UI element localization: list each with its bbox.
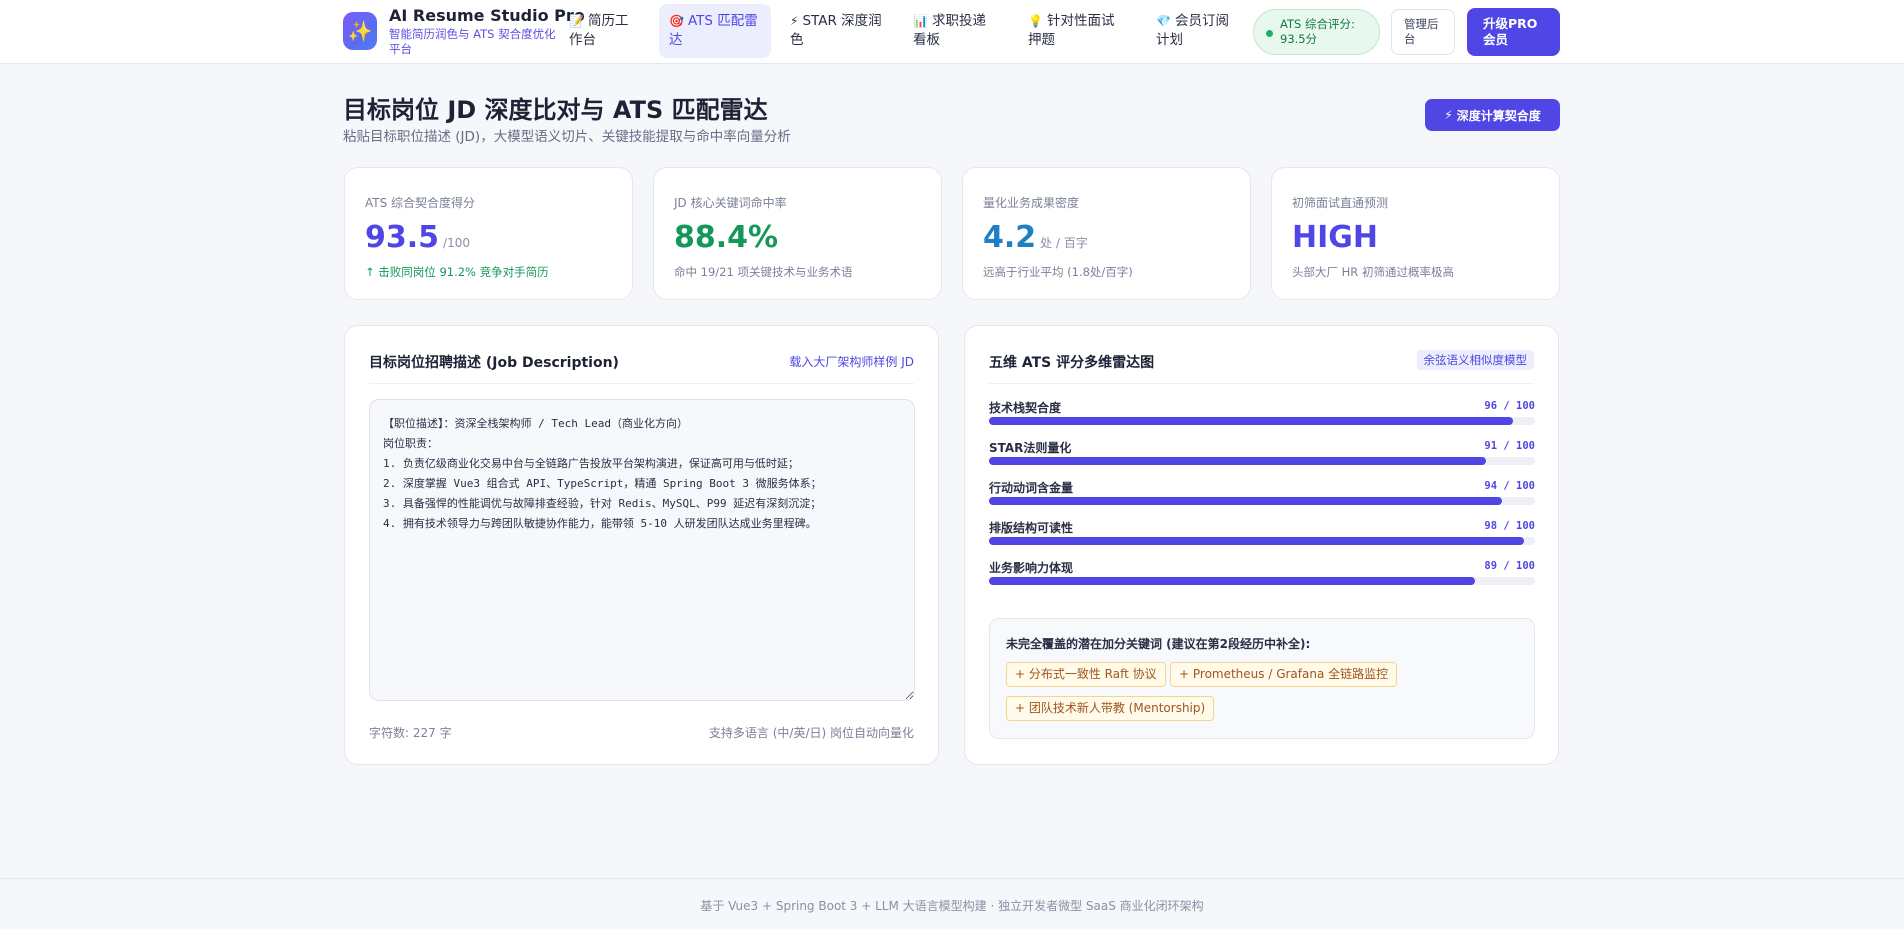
metric-row: 行动动词含金量 94 / 100 — [989, 479, 1535, 507]
stat-card-quantified-density: 量化业务成果密度 4.2 处 / 百字 远高于行业平均 (1.8处/百字) — [962, 167, 1251, 300]
metric-label: 排版结构可读性 — [989, 521, 1074, 535]
calculate-fit-button[interactable]: ⚡ 深度计算契合度 — [1425, 99, 1560, 131]
metric-fill — [989, 577, 1475, 585]
jd-panel-title: 目标岗位招聘描述 (Job Description) — [369, 355, 619, 371]
metric-score: 91 / 100 — [1484, 440, 1535, 452]
stat-note: 命中 19/21 项关键技术与业务术语 — [674, 265, 853, 279]
stat-label: JD 核心关键词命中率 — [674, 196, 787, 210]
stat-note: ↑ 击败同岗位 91.2% 竞争对手简历 — [365, 265, 549, 279]
model-badge: 余弦语义相似度模型 — [1416, 350, 1534, 370]
metric-row: 技术栈契合度 96 / 100 — [989, 399, 1535, 427]
stat-label: 量化业务成果密度 — [983, 196, 1080, 210]
nav-item-membership[interactable]: 💎 会员订阅计划 — [1146, 4, 1246, 58]
stat-value: 4.2 处 / 百字 — [983, 220, 1088, 255]
stat-label: 初筛面试直通预测 — [1292, 196, 1389, 210]
metric-label: STAR法则量化 — [989, 441, 1072, 455]
bar-chart-icon: 📊 — [913, 14, 928, 28]
stat-card-ats-score: ATS 综合契合度得分 93.5/100 ↑ 击败同岗位 91.2% 竞争对手简… — [344, 167, 633, 300]
stat-label: ATS 综合契合度得分 — [365, 196, 476, 210]
lightning-icon: ⚡ — [1444, 108, 1453, 122]
brand-subtitle: 智能简历润色与 ATS 契合度优化平台 — [389, 27, 556, 56]
nav-item-interview-prep[interactable]: 💡 针对性面试押题 — [1018, 4, 1136, 58]
stat-card-keyword-hit-rate: JD 核心关键词命中率 88.4% 命中 19/21 项关键技术与业务术语 — [653, 167, 942, 300]
stat-note: 远高于行业平均 (1.8处/百字) — [983, 265, 1133, 279]
metric-track — [989, 497, 1535, 505]
metric-track — [989, 457, 1535, 465]
nav-item-star-polish[interactable]: ⚡ STAR 深度润色 — [780, 4, 892, 58]
keyword-tag[interactable]: + 团队技术新人带教 (Mentorship) — [1006, 696, 1215, 721]
footer: 基于 Vue3 + Spring Boot 3 + LLM 大语言模型构建 · … — [0, 878, 1904, 929]
admin-button[interactable]: 管理后台 — [1391, 9, 1455, 55]
diamond-icon: 💎 — [1156, 14, 1171, 28]
radar-panel-title: 五维 ATS 评分多维雷达图 — [989, 355, 1155, 371]
jd-panel: 目标岗位招聘描述 (Job Description) 载入大厂架构师样例 JD … — [344, 325, 939, 765]
load-sample-jd-link[interactable]: 载入大厂架构师样例 JD — [789, 353, 914, 370]
missing-keywords-title: 未完全覆盖的潜在加分关键词 (建议在第2段经历中补全): — [1006, 637, 1311, 651]
metric-fill — [989, 417, 1514, 425]
brand-title: AI Resume Studio Pro — [389, 6, 585, 25]
keyword-tag[interactable]: + Prometheus / Grafana 全链路监控 — [1170, 662, 1398, 687]
page-subtitle: 粘贴目标职位描述 (JD)，大模型语义切片、关键技能提取与命中率向量分析 — [343, 129, 791, 145]
lightbulb-icon: 💡 — [1028, 14, 1043, 28]
sparkles-icon[interactable]: ✨ — [343, 12, 377, 50]
char-count: 字符数: 227 字 — [369, 726, 452, 740]
stat-value: 93.5/100 — [365, 220, 470, 255]
metric-row: 业务影响力体现 89 / 100 — [989, 559, 1535, 587]
notepad-icon: 📝 — [569, 14, 584, 28]
target-icon: 🎯 — [669, 14, 684, 28]
multilang-hint: 支持多语言 (中/英/日) 岗位自动向量化 — [708, 726, 914, 740]
stat-note: 头部大厂 HR 初筛通过概率极高 — [1292, 265, 1454, 279]
metric-label: 行动动词含金量 — [989, 481, 1074, 495]
metric-row: 排版结构可读性 98 / 100 — [989, 519, 1535, 547]
metric-fill — [989, 537, 1525, 545]
metric-row: STAR法则量化 91 / 100 — [989, 439, 1535, 467]
metric-score: 94 / 100 — [1484, 480, 1535, 492]
status-dot-icon — [1266, 30, 1273, 37]
divider — [369, 383, 914, 384]
metric-track — [989, 537, 1535, 545]
nav-item-job-board[interactable]: 📊 求职投递看板 — [903, 4, 1003, 58]
metric-score: 98 / 100 — [1484, 520, 1535, 532]
radar-panel: 五维 ATS 评分多维雷达图 余弦语义相似度模型 技术栈契合度 96 / 100… — [964, 325, 1559, 765]
missing-keywords-box: 未完全覆盖的潜在加分关键词 (建议在第2段经历中补全): + 分布式一致性 Ra… — [989, 618, 1535, 739]
metric-track — [989, 417, 1535, 425]
nav-item-resume-workbench[interactable]: 📝 简历工作台 — [559, 4, 645, 58]
divider — [989, 383, 1534, 384]
page-title: 目标岗位 JD 深度比对与 ATS 匹配雷达 — [343, 96, 768, 124]
ats-score-pill: ATS 综合评分: 93.5分 — [1253, 9, 1380, 55]
metric-track — [989, 577, 1535, 585]
top-header: ✨ AI Resume Studio Pro 智能简历润色与 ATS 契合度优化… — [0, 0, 1904, 64]
stat-value: 88.4% — [674, 220, 779, 255]
metric-fill — [989, 497, 1503, 505]
upgrade-pro-button[interactable]: 升级PRO会员 — [1467, 8, 1560, 56]
stat-card-interview-prediction: 初筛面试直通预测 HIGH 头部大厂 HR 初筛通过概率极高 — [1271, 167, 1560, 300]
metric-fill — [989, 457, 1486, 465]
stat-value: HIGH — [1292, 220, 1379, 255]
lightning-icon: ⚡ — [790, 14, 799, 28]
metric-label: 技术栈契合度 — [989, 401, 1062, 415]
metric-label: 业务影响力体现 — [989, 561, 1074, 575]
nav-item-ats-radar[interactable]: 🎯 ATS 匹配雷达 — [659, 4, 771, 58]
metric-score: 96 / 100 — [1484, 400, 1535, 412]
jd-textarea[interactable]: 【职位描述】：资深全栈架构师 / Tech Lead（商业化方向） 岗位职责： … — [369, 399, 915, 701]
keyword-tag[interactable]: + 分布式一致性 Raft 协议 — [1006, 662, 1166, 687]
metric-score: 89 / 100 — [1484, 560, 1535, 572]
